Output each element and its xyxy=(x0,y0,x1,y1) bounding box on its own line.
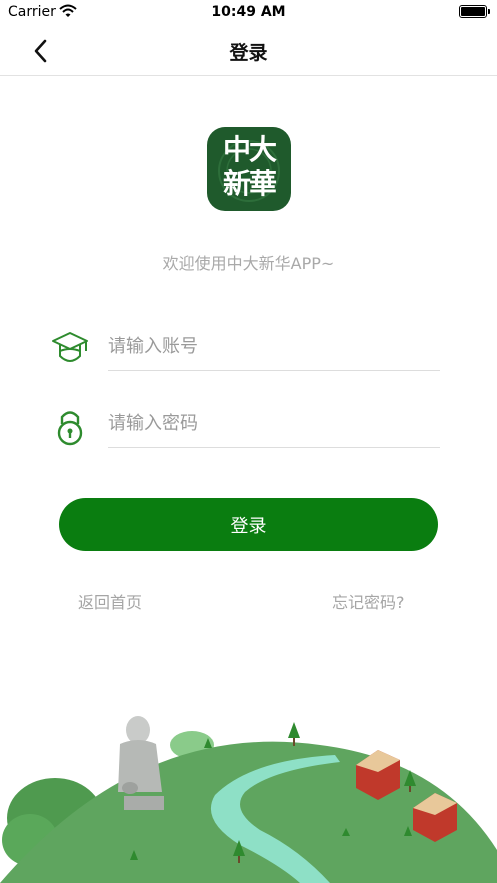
login-button[interactable]: 登录 xyxy=(59,498,438,551)
back-home-link[interactable]: 返回首页 xyxy=(78,589,142,613)
nav-bar: 登录 xyxy=(0,26,497,76)
app-logo: 中大新華 xyxy=(207,127,291,211)
status-bar: Carrier 10:49 AM xyxy=(0,0,497,26)
account-field xyxy=(50,323,440,373)
graduate-cap-icon xyxy=(52,332,88,362)
forgot-password-link[interactable]: 忘记密码? xyxy=(332,589,405,613)
page-title: 登录 xyxy=(229,42,268,64)
account-input[interactable] xyxy=(108,323,440,371)
battery-icon xyxy=(459,5,487,18)
status-time: 10:49 AM xyxy=(211,4,286,20)
battery-cap xyxy=(488,9,490,14)
lock-icon xyxy=(57,411,83,446)
campus-illustration xyxy=(0,716,497,883)
password-input[interactable] xyxy=(108,400,440,448)
password-field xyxy=(50,400,440,450)
logo-text: 中大新華 xyxy=(222,133,277,200)
welcome-text: 欢迎使用中大新华APP~ xyxy=(162,254,335,273)
